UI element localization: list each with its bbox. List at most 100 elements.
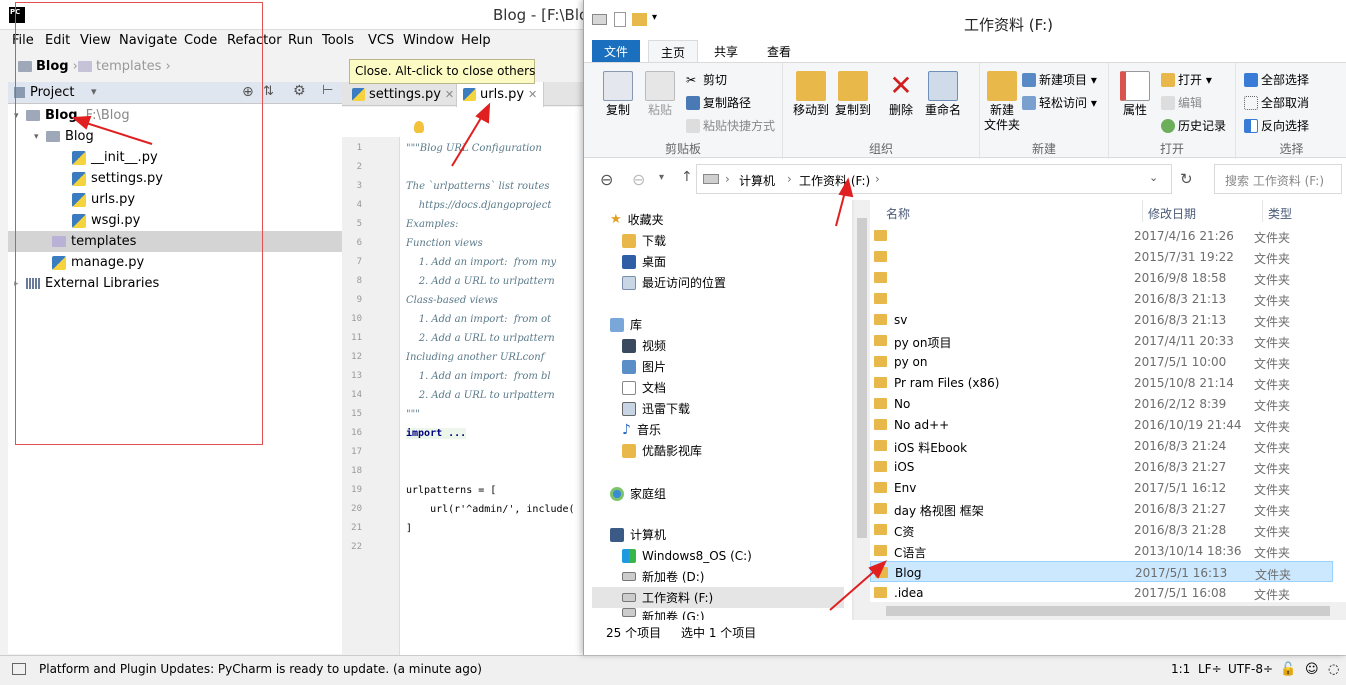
menu-window[interactable]: Window: [403, 33, 454, 48]
new-item-button[interactable]: 新建项目 ▾: [1022, 71, 1097, 88]
file-row[interactable]: .idea 2017/5/1 16:08 文件夹: [870, 582, 1333, 603]
new-folder-button[interactable]: 新建 文件夹: [982, 71, 1022, 133]
file-row[interactable]: No ad++ 2016/10/19 21:44 文件夹: [870, 414, 1333, 435]
new-folder-icon[interactable]: [632, 13, 647, 26]
toggle-toolwindows-icon[interactable]: [12, 663, 26, 675]
copy-path-button[interactable]: 复制路径: [686, 94, 751, 111]
file-row[interactable]: iOS 2016/8/3 21:27 文件夹: [870, 456, 1333, 477]
nav-music[interactable]: ♪ 音乐: [622, 419, 661, 440]
scrollbar-thumb[interactable]: [857, 218, 867, 538]
up-icon[interactable]: ↑: [681, 169, 693, 185]
refresh-icon[interactable]: ↻: [1180, 170, 1193, 188]
line-separator[interactable]: LF÷: [1198, 662, 1222, 676]
back-icon[interactable]: ⊖: [600, 170, 613, 189]
tab-home[interactable]: 主页: [648, 40, 699, 62]
open-button[interactable]: 打开 ▾: [1161, 71, 1212, 88]
copy-to-button[interactable]: 复制到: [833, 71, 873, 118]
invert-selection-button[interactable]: 反向选择: [1244, 117, 1309, 134]
status-message[interactable]: Platform and Plugin Updates: PyCharm is …: [39, 662, 482, 676]
tab-share[interactable]: 共享: [702, 40, 750, 62]
file-row[interactable]: 2015/7/31 19:22 文件夹: [870, 246, 1333, 267]
file-row[interactable]: day 格视图 框架 2016/8/3 21:27 文件夹: [870, 498, 1333, 519]
code-editor[interactable]: 1 2 3 4 5 6 7 8 9 10 11 12 13 14 15 16 17 18 19 20 21 22 """B…: [342, 107, 590, 655]
delete-button[interactable]: ✕ 删除: [881, 71, 921, 118]
edit-button[interactable]: 编辑: [1161, 94, 1202, 111]
file-row[interactable]: iOS 料Ebook 2016/8/3 21:24 文件夹: [870, 435, 1333, 456]
close-icon[interactable]: ✕: [445, 88, 454, 101]
nav-drive-d[interactable]: 新加卷 (D:): [622, 566, 704, 587]
search-input[interactable]: 搜索 工作资料 (F:): [1214, 164, 1342, 194]
column-divider[interactable]: [1262, 200, 1263, 222]
tab-file[interactable]: 文件: [592, 40, 641, 62]
tab-settings-py[interactable]: settings.py ✕: [346, 82, 460, 106]
address-segment-computer[interactable]: 计算机: [739, 172, 775, 189]
nav-pictures[interactable]: 图片: [622, 356, 666, 377]
column-header-date[interactable]: 修改日期: [1148, 205, 1196, 222]
event-log-icon[interactable]: ◌: [1328, 662, 1339, 677]
lightbulb-icon[interactable]: [414, 121, 424, 133]
file-row[interactable]: C语言 2013/10/14 18:36 文件夹: [870, 540, 1333, 561]
file-row[interactable]: 2016/9/8 18:58 文件夹: [870, 267, 1333, 288]
inspector-icon[interactable]: ☺: [1305, 662, 1319, 677]
file-row[interactable]: py on 2017/5/1 10:00 文件夹: [870, 351, 1333, 372]
recent-locations-icon[interactable]: ▾: [659, 172, 664, 183]
collapse-icon[interactable]: ⇅: [263, 84, 274, 99]
forward-icon[interactable]: ⊖: [632, 170, 645, 189]
properties-icon[interactable]: [614, 12, 626, 27]
easy-access-button[interactable]: 轻松访问 ▾: [1022, 94, 1097, 111]
nav-drive-g[interactable]: 新加卷 (G:): [622, 608, 705, 620]
history-button[interactable]: 历史记录: [1161, 117, 1226, 134]
copy-button[interactable]: 复制: [598, 71, 638, 118]
nav-youku[interactable]: 优酷影视库: [622, 440, 702, 461]
address-segment-drive-f[interactable]: 工作资料 (F:): [799, 172, 870, 189]
nav-documents[interactable]: 文档: [622, 377, 666, 398]
column-header-name[interactable]: 名称: [886, 205, 910, 222]
column-divider[interactable]: [1142, 200, 1143, 222]
paste-shortcut-button[interactable]: 粘贴快捷方式: [686, 117, 775, 134]
file-row[interactable]: No 2016/2/12 8:39 文件夹: [870, 393, 1333, 414]
select-all-button[interactable]: 全部选择: [1244, 71, 1309, 88]
caret-position[interactable]: 1:1: [1171, 662, 1190, 676]
properties-button[interactable]: 属性: [1115, 71, 1155, 118]
tab-view[interactable]: 查看: [755, 40, 803, 62]
tab-urls-py[interactable]: urls.py ✕: [456, 82, 545, 107]
nav-desktop[interactable]: 桌面: [622, 251, 666, 272]
file-row[interactable]: sv 2016/8/3 21:13 文件夹: [870, 309, 1333, 330]
move-to-button[interactable]: 移动到: [791, 71, 831, 118]
file-row[interactable]: C资 2016/8/3 21:28 文件夹: [870, 519, 1333, 540]
menu-vcs[interactable]: VCS: [368, 33, 394, 48]
menu-run[interactable]: Run: [288, 33, 313, 48]
nav-homegroup[interactable]: 家庭组: [610, 483, 666, 504]
gear-icon[interactable]: ⚙: [293, 83, 306, 99]
rename-button[interactable]: 重命名: [923, 71, 963, 118]
file-encoding[interactable]: UTF-8÷: [1228, 662, 1273, 676]
nav-libraries[interactable]: 库: [610, 314, 642, 335]
hide-panel-icon[interactable]: ⊢: [322, 83, 333, 98]
horizontal-scrollbar[interactable]: [870, 602, 1346, 620]
menu-help[interactable]: Help: [461, 33, 491, 48]
nav-drive-c[interactable]: Windows8_OS (C:): [622, 545, 752, 566]
file-row[interactable]: py on项目 2017/4/11 20:33 文件夹: [870, 330, 1333, 351]
scrollbar-thumb[interactable]: [886, 606, 1330, 616]
file-row[interactable]: 2016/8/3 21:13 文件夹: [870, 288, 1333, 309]
file-row[interactable]: Env 2017/5/1 16:12 文件夹: [870, 477, 1333, 498]
lock-icon[interactable]: 🔓: [1280, 662, 1296, 677]
address-bar[interactable]: › 计算机 › 工作资料 (F:) › ⌄: [696, 164, 1172, 194]
nav-computer[interactable]: 计算机: [610, 524, 666, 545]
file-row[interactable]: Blog 2017/5/1 16:13 文件夹: [870, 561, 1333, 582]
file-row[interactable]: Pr ram Files (x86) 2015/10/8 21:14 文件夹: [870, 372, 1333, 393]
chevron-down-icon[interactable]: ⌄: [1149, 171, 1158, 184]
column-header-type[interactable]: 类型: [1268, 205, 1292, 222]
nav-favorites[interactable]: ★ 收藏夹: [610, 209, 664, 230]
nav-xunlei[interactable]: 迅雷下载: [622, 398, 690, 419]
paste-button[interactable]: 粘贴: [640, 71, 680, 118]
nav-recent[interactable]: 最近访问的位置: [622, 272, 726, 293]
nav-videos[interactable]: 视频: [622, 335, 666, 356]
file-row[interactable]: 2017/4/16 21:26 文件夹: [870, 225, 1333, 246]
nav-downloads[interactable]: 下载: [622, 230, 666, 251]
chevron-down-icon[interactable]: ▾: [652, 12, 657, 23]
close-icon[interactable]: ✕: [528, 88, 537, 101]
vertical-scrollbar[interactable]: [854, 200, 870, 620]
cut-button[interactable]: ✂ 剪切: [686, 71, 727, 88]
select-none-button[interactable]: 全部取消: [1244, 94, 1309, 111]
